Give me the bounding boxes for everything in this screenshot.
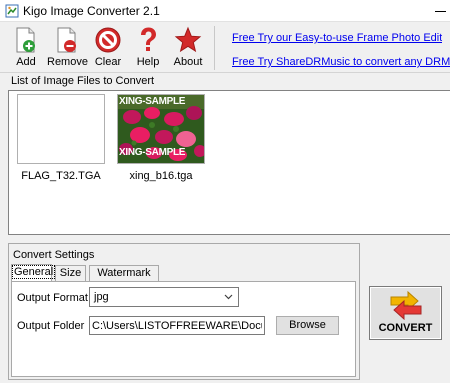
tab-watermark[interactable]: Watermark	[89, 265, 159, 282]
output-format-label: Output Format	[17, 292, 88, 304]
remove-button[interactable]: Remove	[47, 26, 88, 70]
clear-icon	[95, 27, 121, 53]
promo-link-frame-editor[interactable]: Free Try our Easy-to-use Frame Photo Edi…	[232, 32, 442, 44]
output-folder-input[interactable]	[89, 316, 265, 335]
app-icon	[5, 4, 19, 18]
tab-general-label: General	[12, 265, 56, 279]
file-list[interactable]: FLAG_T32.TGA XING-SAMPLE XING-SAMPLE xin…	[8, 90, 450, 235]
chevron-down-icon	[224, 294, 233, 300]
thumbnail-watermark-top: XING-SAMPLE	[119, 96, 186, 107]
toolbar-separator	[0, 72, 450, 73]
output-folder-label: Output Folder	[17, 320, 85, 332]
clear-button[interactable]: Clear	[88, 26, 128, 70]
minimize-button[interactable]	[426, 0, 450, 22]
convert-settings-legend: Convert Settings	[13, 249, 95, 261]
file-name: FLAG_T32.TGA	[21, 170, 101, 182]
convert-button[interactable]: CONVERT	[369, 286, 442, 340]
convert-label: CONVERT	[378, 322, 433, 334]
remove-file-icon	[57, 27, 76, 53]
minimize-icon	[435, 11, 446, 12]
file-list-legend: List of Image Files to Convert	[11, 75, 155, 87]
tab-general[interactable]: General	[11, 264, 56, 282]
file-item[interactable]: FLAG_T32.TGA	[17, 94, 105, 184]
file-thumbnail	[17, 94, 105, 164]
about-button[interactable]: About	[168, 26, 208, 70]
add-file-icon	[16, 27, 35, 53]
toolbar-divider	[214, 26, 215, 70]
window-title: Kigo Image Converter 2.1	[23, 4, 160, 18]
help-button[interactable]: Help	[128, 26, 168, 70]
thumbnail-watermark-bottom: XING-SAMPLE	[119, 147, 186, 158]
file-name: xing_b16.tga	[129, 170, 193, 182]
file-thumbnail: XING-SAMPLE XING-SAMPLE	[117, 94, 205, 164]
browse-button[interactable]: Browse	[276, 316, 339, 335]
file-item[interactable]: XING-SAMPLE XING-SAMPLE xing_b16.tga	[117, 94, 205, 184]
output-format-value: jpg	[94, 291, 109, 303]
promo-link-sharedrmusic[interactable]: Free Try ShareDRMusic to convert any DRM…	[232, 56, 450, 68]
remove-label: Remove	[47, 56, 88, 68]
convert-arrows-icon	[390, 290, 422, 320]
tab-size[interactable]: Size	[55, 265, 86, 282]
help-icon	[141, 27, 156, 51]
title-bar: Kigo Image Converter 2.1	[0, 0, 450, 22]
help-label: Help	[136, 56, 160, 68]
about-star-icon	[174, 26, 202, 53]
output-format-select[interactable]: jpg	[89, 287, 239, 307]
add-label: Add	[16, 56, 36, 68]
about-label: About	[173, 56, 203, 68]
clear-label: Clear	[94, 56, 122, 68]
add-button[interactable]: Add	[6, 26, 46, 70]
